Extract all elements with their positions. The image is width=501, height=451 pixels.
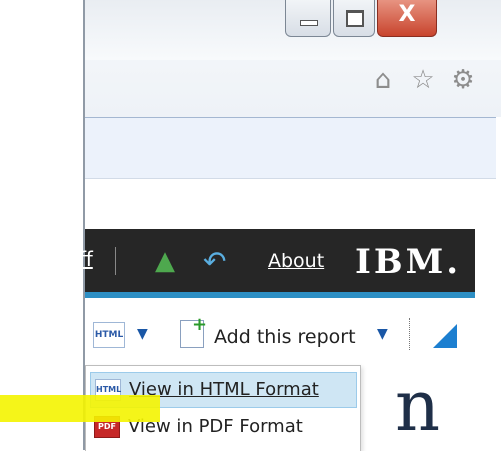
add-report-icon[interactable]: + <box>180 314 207 348</box>
separator <box>115 247 116 275</box>
html-format-icon[interactable]: HTML <box>93 322 125 348</box>
partial-link[interactable]: ff <box>79 247 93 271</box>
background-text-fragment: n <box>395 365 441 447</box>
back-arrow-icon[interactable]: ↶ <box>203 245 226 278</box>
star-icon[interactable]: ☆ <box>408 60 438 100</box>
minimize-icon <box>300 20 318 26</box>
maximize-icon <box>346 10 364 27</box>
home-icon[interactable]: ▲ <box>155 246 175 276</box>
chevron-down-icon[interactable]: ▼ <box>377 326 388 342</box>
maximize-button[interactable] <box>333 0 375 37</box>
triangle-icon[interactable] <box>433 324 457 348</box>
close-icon: X <box>398 2 416 27</box>
plus-icon: + <box>192 314 208 335</box>
home-icon[interactable]: ⌂ <box>368 60 398 100</box>
separator <box>409 318 411 350</box>
window-controls: X <box>285 0 439 40</box>
address-band <box>85 117 496 179</box>
ibm-logo: IBM. <box>355 242 462 282</box>
browser-toolbar-icons: ⌂ ☆ ⚙ <box>368 60 478 100</box>
close-button[interactable]: X <box>377 0 437 37</box>
report-toolbar: HTML ▼ + Add this report ▼ <box>85 312 496 362</box>
gear-icon[interactable]: ⚙ <box>448 60 478 100</box>
yellow-highlight <box>0 395 160 422</box>
minimize-button[interactable] <box>285 0 331 37</box>
chevron-down-icon[interactable]: ▼ <box>137 326 148 342</box>
about-link[interactable]: About <box>268 250 324 272</box>
add-report-label[interactable]: Add this report <box>214 326 356 348</box>
ibm-banner: ff ▲ ↶ About IBM. <box>79 229 475 298</box>
